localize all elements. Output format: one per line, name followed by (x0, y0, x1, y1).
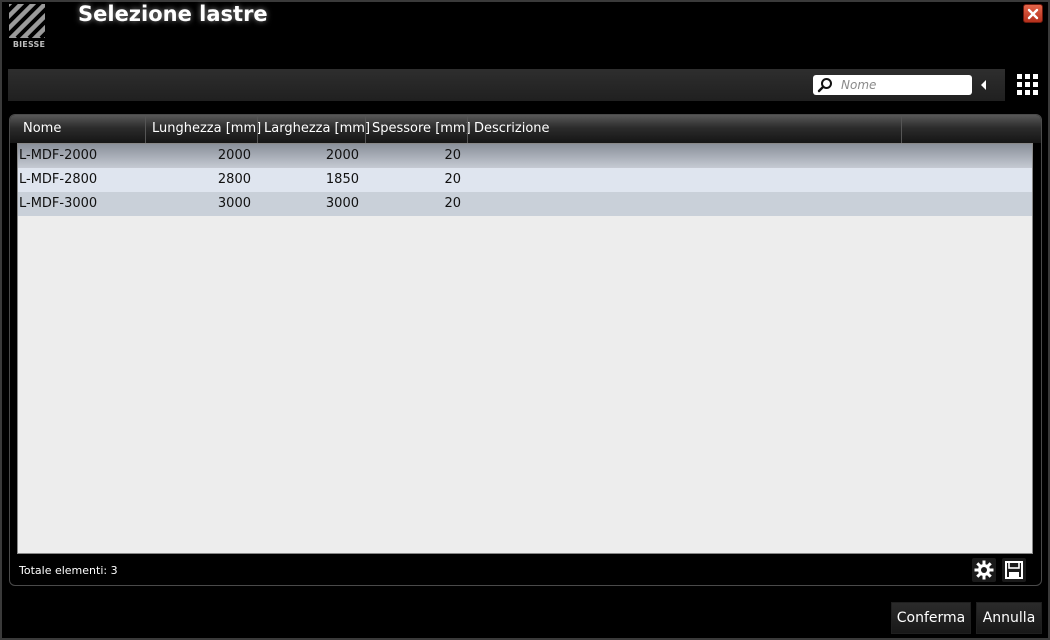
grid-icon[interactable] (1017, 74, 1039, 96)
data-grid: L-MDF-2000 2000 2000 20 L-MDF-2800 2800 … (17, 143, 1033, 554)
search-icon (817, 78, 832, 93)
cell-nome: L-MDF-2000 (19, 148, 98, 163)
column-header-larghezza[interactable]: Larghezza [mm] (257, 115, 370, 143)
close-button[interactable] (1023, 4, 1043, 23)
column-header-nome[interactable]: Nome (17, 115, 145, 143)
biesse-logo: BIESSE (3, 0, 51, 52)
cell-lunghezza: 2800 (217, 172, 251, 187)
cancel-button[interactable]: Annulla (976, 602, 1042, 634)
close-icon (1027, 8, 1039, 19)
cell-lunghezza: 3000 (217, 196, 251, 211)
search-box[interactable] (813, 75, 972, 95)
window-title: Selezione lastre (78, 2, 268, 26)
save-button[interactable] (1002, 558, 1026, 582)
cell-spessore: 20 (444, 172, 461, 187)
cell-larghezza: 2000 (325, 148, 359, 163)
cell-larghezza: 1850 (325, 172, 359, 187)
cell-nome: L-MDF-2800 (19, 172, 98, 187)
logo-text: BIESSE (12, 40, 46, 49)
gear-icon (974, 560, 994, 580)
cell-descrizione (470, 192, 900, 216)
column-header-descrizione[interactable]: Descrizione (467, 115, 901, 143)
cell-spessore: 20 (444, 196, 461, 211)
column-header-empty (901, 115, 1031, 143)
table-row[interactable]: L-MDF-2800 2800 1850 20 (18, 168, 1032, 192)
cell-larghezza: 3000 (325, 196, 359, 211)
cell-lunghezza: 2000 (217, 148, 251, 163)
cell-spessore: 20 (444, 148, 461, 163)
settings-button[interactable] (972, 558, 996, 582)
table-row[interactable]: L-MDF-2000 2000 2000 20 (18, 144, 1032, 168)
total-count: Totale elementi: 3 (19, 564, 118, 577)
floppy-save-icon (1005, 561, 1023, 579)
column-header-lunghezza[interactable]: Lunghezza [mm] (145, 115, 261, 143)
cell-nome: L-MDF-3000 (19, 196, 98, 211)
table-header: Nome Lunghezza [mm] Larghezza [mm] Spess… (10, 115, 1041, 143)
biesse-logo-icon (3, 0, 51, 40)
cell-descrizione (470, 144, 900, 168)
confirm-button[interactable]: Conferma (891, 602, 971, 634)
search-input[interactable] (841, 76, 966, 93)
cell-descrizione (470, 168, 900, 192)
table-row[interactable]: L-MDF-3000 3000 3000 20 (18, 192, 1032, 216)
column-header-spessore[interactable]: Spessore [mm] (365, 115, 471, 143)
chevron-left-icon[interactable] (980, 79, 988, 91)
